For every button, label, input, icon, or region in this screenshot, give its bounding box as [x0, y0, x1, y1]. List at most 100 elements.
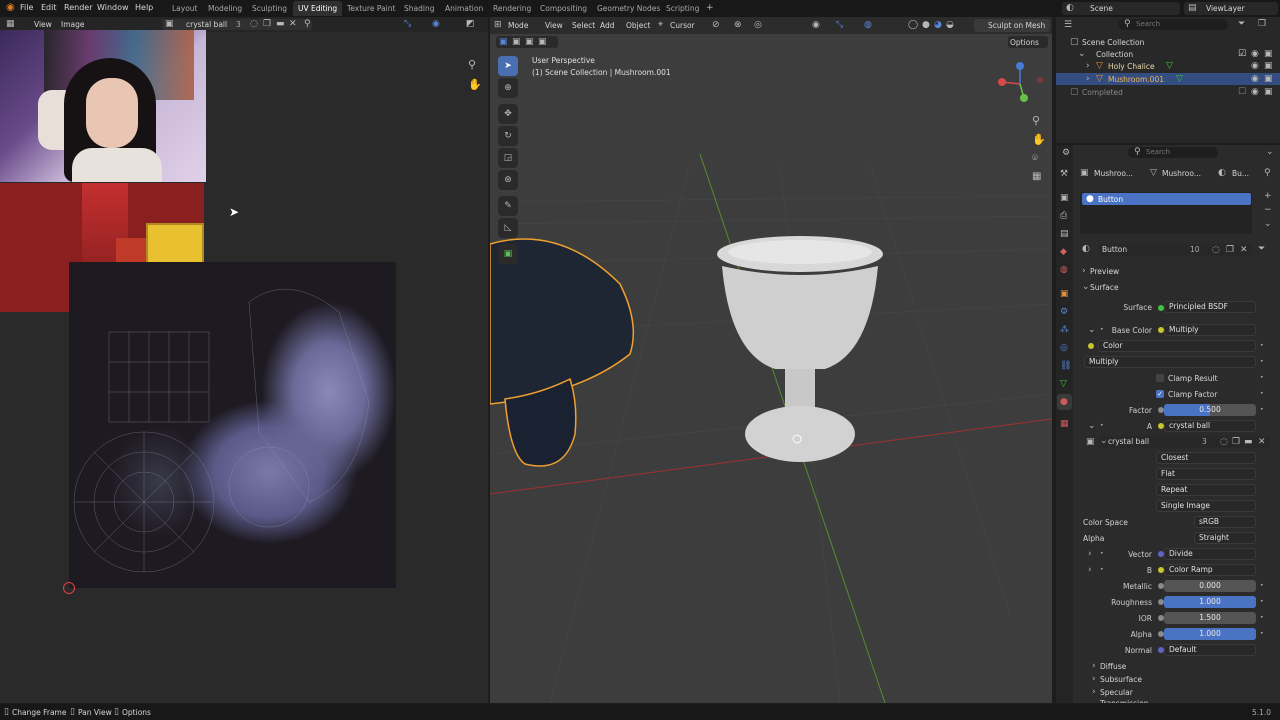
- constraints-tab-icon[interactable]: ⛓: [1060, 361, 1071, 371]
- material-tab[interactable]: ●: [1057, 394, 1072, 410]
- factor-slider[interactable]: 0.500: [1164, 404, 1256, 416]
- chevron-right-icon[interactable]: ›: [1092, 661, 1096, 671]
- tab-shading[interactable]: Shading: [399, 1, 439, 16]
- outliner-item-mushroom[interactable]: Mushroom.001: [1108, 75, 1164, 84]
- outliner-item-completed[interactable]: Completed: [1082, 88, 1123, 97]
- blend-mode-dropdown[interactable]: Multiply: [1084, 356, 1256, 368]
- close-icon[interactable]: ✕: [289, 19, 297, 29]
- scene-collection-label[interactable]: Scene Collection: [1082, 38, 1144, 47]
- scale-tool[interactable]: ◲: [498, 148, 518, 168]
- pin-icon[interactable]: ⚲: [304, 19, 311, 29]
- select-extend-icon[interactable]: ▣: [512, 37, 521, 47]
- section-preview[interactable]: Preview: [1090, 267, 1119, 276]
- chevron-right-icon[interactable]: ›: [1092, 687, 1096, 697]
- material-name[interactable]: Button: [1102, 245, 1127, 254]
- camera-icon[interactable]: ▣: [1264, 87, 1273, 97]
- proportional-icon[interactable]: ◎: [754, 20, 762, 30]
- gizmo-x-icon[interactable]: [998, 78, 1006, 86]
- b-input-dropdown[interactable]: Color Ramp: [1164, 564, 1256, 576]
- editor-type-icon[interactable]: ⊞: [494, 20, 502, 30]
- outliner-search[interactable]: ⚲ Search: [1118, 19, 1228, 30]
- vp-menu-add[interactable]: Add: [600, 21, 615, 30]
- hand-icon[interactable]: ✋: [1032, 134, 1046, 145]
- extension-dropdown[interactable]: Repeat: [1156, 484, 1256, 496]
- shading-material-icon[interactable]: ◕: [934, 20, 942, 30]
- render-tab-icon[interactable]: ▣: [1060, 193, 1069, 203]
- camera-icon[interactable]: ⌾: [1032, 154, 1038, 164]
- color-space-dropdown[interactable]: sRGB: [1194, 516, 1256, 528]
- section-diffuse[interactable]: Diffuse: [1100, 662, 1126, 671]
- projection-dropdown[interactable]: Flat: [1156, 468, 1256, 480]
- camera-icon[interactable]: ▣: [1264, 49, 1273, 59]
- chevron-right-icon[interactable]: ›: [1082, 266, 1086, 276]
- hand-icon[interactable]: ✋: [468, 79, 482, 90]
- filter-icon[interactable]: ⏷: [1238, 19, 1245, 29]
- alpha-mode-dropdown[interactable]: Straight: [1194, 532, 1256, 544]
- outliner-type-icon[interactable]: ☰: [1064, 20, 1072, 30]
- properties-type-icon[interactable]: ⚙: [1062, 148, 1070, 158]
- copy-icon[interactable]: ❐: [263, 19, 271, 29]
- gizmo-y-icon[interactable]: [1020, 94, 1028, 102]
- tab-geometry-nodes[interactable]: Geometry Nodes: [592, 1, 665, 16]
- section-surface[interactable]: Surface: [1090, 283, 1119, 292]
- select-subtract-icon[interactable]: ▣: [525, 37, 534, 47]
- menu-render[interactable]: Render: [64, 3, 92, 12]
- base-color-dropdown[interactable]: Multiply: [1164, 324, 1256, 336]
- tab-animation[interactable]: Animation: [440, 1, 488, 16]
- zoom-icon[interactable]: ⚲: [468, 59, 476, 70]
- menu-window[interactable]: Window: [97, 3, 129, 12]
- measure-tool[interactable]: ◺: [498, 218, 518, 238]
- shield-icon[interactable]: ◌: [250, 19, 258, 29]
- overlays-icon[interactable]: ◍: [864, 20, 872, 30]
- shading-solid-icon[interactable]: ●: [922, 20, 930, 30]
- select-tool[interactable]: ➤: [498, 56, 518, 76]
- vp-menu-object[interactable]: Object: [626, 21, 650, 30]
- filter-icon[interactable]: ⏷: [1258, 244, 1265, 254]
- add-slot-icon[interactable]: +: [1264, 191, 1272, 201]
- alpha-slider[interactable]: 1.000: [1164, 628, 1256, 640]
- sculpt-on-mesh-button[interactable]: Sculpt on Mesh: [974, 19, 1050, 32]
- chevron-down-icon[interactable]: ⌄: [1100, 436, 1108, 446]
- transform-orient-icon[interactable]: ⌖: [658, 20, 663, 30]
- copy-icon[interactable]: ❐: [1226, 245, 1234, 255]
- checkbox-icon[interactable]: ☑: [1238, 49, 1246, 59]
- tab-layout[interactable]: Layout: [167, 1, 203, 16]
- uv-sync-icon[interactable]: ⤡: [404, 19, 411, 29]
- surface-shader-dropdown[interactable]: Principled BSDF: [1164, 301, 1256, 313]
- image-icon[interactable]: ▣: [1086, 437, 1095, 447]
- tab-scripting[interactable]: Scripting: [661, 1, 704, 16]
- snap-icon[interactable]: ⊗: [734, 20, 742, 30]
- clamp-factor-checkbox[interactable]: ✓: [1156, 390, 1164, 398]
- data-tab-icon[interactable]: ▽: [1060, 379, 1067, 389]
- chalice-cup[interactable]: [722, 266, 878, 369]
- visibility-icon[interactable]: ◉: [812, 20, 820, 30]
- uv-menu-view[interactable]: View: [34, 20, 52, 29]
- scene-selector[interactable]: ◐ Scene: [1062, 2, 1180, 15]
- select-mode-buttons[interactable]: ▣ ▣ ▣ ▣: [496, 36, 558, 48]
- chevron-down-icon[interactable]: ⌄: [1266, 147, 1274, 157]
- 2d-cursor[interactable]: [63, 582, 75, 594]
- particles-tab-icon[interactable]: ⁂: [1060, 325, 1069, 335]
- metallic-slider[interactable]: 0.000: [1164, 580, 1256, 592]
- world-tab-icon[interactable]: ◍: [1060, 265, 1068, 275]
- uv-texture-image[interactable]: [69, 262, 396, 588]
- options-dropdown[interactable]: Options: [1008, 36, 1048, 48]
- select-new-icon[interactable]: ▣: [499, 37, 508, 47]
- chevron-down-icon[interactable]: ⌄: [1082, 282, 1090, 292]
- move-tool[interactable]: ✥: [498, 104, 518, 124]
- editor-type-icon[interactable]: ▦: [6, 19, 15, 29]
- uv-menu-image[interactable]: Image: [61, 20, 85, 29]
- texture-tab-icon[interactable]: ▦: [1060, 419, 1069, 429]
- camera-icon[interactable]: ▣: [1264, 61, 1273, 71]
- eye-icon[interactable]: ◉: [1251, 61, 1259, 71]
- select-invert-icon[interactable]: ▣: [538, 37, 547, 47]
- eye-icon[interactable]: ◉: [1251, 49, 1259, 59]
- close-icon[interactable]: ✕: [1240, 245, 1248, 255]
- outliner-item-holy-chalice[interactable]: Holy Chalice: [1108, 62, 1155, 71]
- view-layer-selector[interactable]: ▤ ViewLayer: [1184, 2, 1278, 15]
- vector-dropdown[interactable]: Divide: [1164, 548, 1256, 560]
- object-tab-icon[interactable]: ▣: [1060, 289, 1069, 299]
- image-name[interactable]: crystal ball: [1108, 437, 1149, 446]
- chevron-right-icon[interactable]: ›: [1092, 674, 1096, 684]
- tab-modeling[interactable]: Modeling: [203, 1, 247, 16]
